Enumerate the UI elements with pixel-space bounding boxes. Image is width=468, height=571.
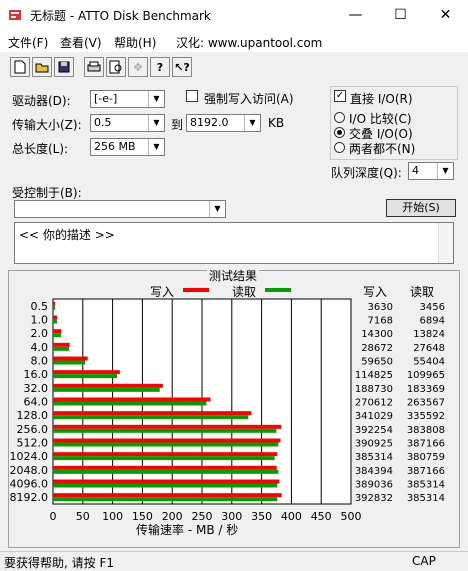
x-axis-label: 传输速率 - MB / 秒: [136, 523, 239, 537]
y-tick-label: 8.0: [31, 355, 49, 368]
read-bar: [53, 305, 56, 310]
read-value: 13824: [413, 329, 445, 340]
write-value: 59650: [361, 357, 393, 368]
read-value: 55404: [413, 357, 445, 368]
write-bar: [53, 411, 252, 416]
read-value: 387166: [407, 439, 445, 450]
write-value: 28672: [361, 343, 393, 354]
y-tick-label: 64.0: [24, 396, 49, 409]
read-value: 380759: [407, 452, 445, 463]
read-value: 6894: [420, 316, 445, 327]
x-tick-label: 100: [102, 510, 123, 523]
write-bar: [53, 315, 58, 320]
write-bar: [53, 465, 277, 470]
read-value: 263567: [407, 398, 445, 409]
y-tick-label: 256.0: [17, 423, 49, 436]
write-value: 389036: [355, 480, 393, 491]
read-value: 383808: [407, 425, 445, 436]
read-value: 183369: [407, 384, 445, 395]
write-bar: [53, 452, 278, 457]
write-value: 384394: [355, 466, 393, 477]
y-tick-label: 1024.0: [10, 450, 49, 463]
read-value: 385314: [407, 493, 445, 504]
write-bar: [53, 424, 282, 429]
write-value: 114825: [355, 370, 393, 381]
y-tick-label: 4096.0: [10, 478, 49, 491]
read-bar: [53, 428, 277, 433]
write-bar: [53, 370, 120, 375]
x-tick-label: 0: [50, 510, 57, 523]
write-bar: [53, 479, 280, 484]
read-bar: [53, 415, 249, 420]
y-tick-label: 16.0: [24, 368, 49, 381]
write-bar: [53, 329, 62, 334]
write-value: 3630: [368, 302, 393, 313]
y-tick-label: 32.0: [24, 382, 49, 395]
write-value: 392254: [355, 425, 393, 436]
write-value: 385314: [355, 452, 393, 463]
x-tick-label: 350: [251, 510, 272, 523]
y-tick-label: 2048.0: [10, 464, 49, 477]
write-bar: [53, 342, 70, 347]
write-value: 390925: [355, 439, 393, 450]
read-value: 109965: [407, 370, 445, 381]
read-bar: [53, 497, 278, 502]
x-tick-label: 450: [311, 510, 332, 523]
read-bar: [53, 346, 70, 351]
read-bar: [53, 442, 279, 447]
x-tick-label: 400: [281, 510, 302, 523]
read-bar: [53, 483, 278, 488]
read-value: 3456: [420, 302, 445, 313]
y-tick-label: 0.5: [31, 300, 49, 313]
write-value: 270612: [355, 398, 393, 409]
x-tick-label: 50: [76, 510, 90, 523]
x-tick-label: 500: [341, 510, 362, 523]
y-tick-label: 2.0: [31, 327, 49, 340]
read-value: 335592: [407, 411, 445, 422]
status-text: 要获得帮助, 请按 F1: [4, 556, 114, 570]
write-bar: [53, 438, 281, 443]
read-bar: [53, 360, 86, 365]
y-tick-label: 128.0: [17, 409, 49, 422]
throughput-chart: 0 50 100 150 200 250 300 350 400 450 5000.5 3630 345…: [10, 298, 445, 523]
y-tick-label: 512.0: [17, 437, 49, 450]
read-bar: [53, 469, 279, 474]
write-bar: [53, 383, 163, 388]
read-value: 27648: [413, 343, 445, 354]
caps-indicator: CAP: [412, 554, 436, 568]
write-bar: [53, 397, 211, 402]
read-value: 387166: [407, 466, 445, 477]
y-tick-label: 1.0: [31, 314, 49, 327]
write-value: 392832: [355, 493, 393, 504]
write-bar: [53, 301, 56, 306]
write-bar: [53, 356, 88, 361]
y-tick-label: 8192.0: [10, 491, 49, 504]
read-bar: [53, 333, 62, 338]
read-value: 385314: [407, 480, 445, 491]
read-bar: [53, 374, 118, 379]
write-value: 7168: [368, 316, 393, 327]
write-bar: [53, 493, 282, 498]
write-value: 14300: [361, 329, 393, 340]
write-value: 341029: [355, 411, 393, 422]
read-bar: [53, 387, 160, 392]
write-value: 188730: [355, 384, 393, 395]
read-bar: [53, 456, 275, 461]
y-tick-label: 4.0: [31, 341, 49, 354]
read-bar: [53, 319, 58, 324]
read-bar: [53, 401, 207, 406]
